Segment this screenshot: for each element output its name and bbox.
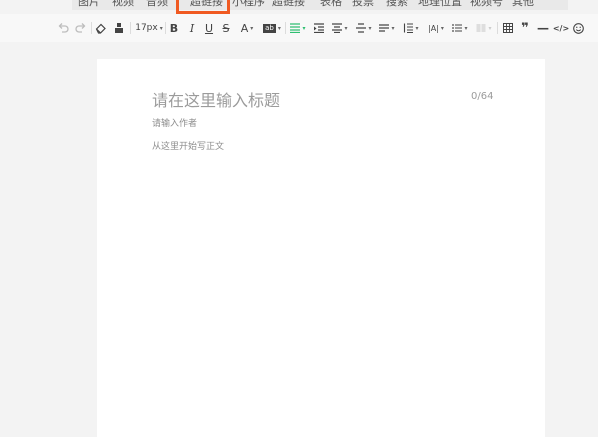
menu-item-search[interactable]: 搜索 — [386, 0, 408, 9]
underline-button[interactable]: U — [203, 14, 215, 42]
title-character-counter: 0/64 — [471, 91, 494, 102]
author-input[interactable]: 请输入作者 — [152, 116, 197, 129]
menu-item-table[interactable]: 表格 — [320, 0, 342, 9]
font-color-label: A — [240, 21, 249, 35]
strikethrough-button[interactable]: S — [220, 14, 232, 42]
paragraph-spacing-button[interactable]: ▾ — [378, 14, 396, 42]
chevron-down-icon: ▾ — [464, 24, 468, 32]
toolbar-divider — [91, 22, 92, 34]
eraser-icon[interactable] — [94, 14, 108, 42]
menu-item-video[interactable]: 视频 — [112, 0, 134, 9]
list-button[interactable]: ▾ — [451, 14, 469, 42]
menu-item-channels[interactable]: 视频号 — [470, 0, 503, 9]
insert-menu-bar: 图片 视频 音频 超链接 小程序 超链接 表格 投票 搜索 地理位置 视频号 其… — [72, 0, 568, 10]
letter-spacing-label: |A| — [428, 23, 439, 33]
horizontal-rule-icon[interactable]: — — [536, 14, 550, 42]
align-justify-button[interactable]: ▾ — [331, 14, 349, 42]
font-color-button[interactable]: A ▾ — [238, 14, 256, 42]
menu-item-vote[interactable]: 投票 — [352, 0, 374, 9]
code-icon[interactable]: </> — [553, 14, 569, 42]
column-layout-icon[interactable]: ▾ — [475, 14, 493, 42]
chevron-down-icon: ▾ — [277, 24, 281, 32]
menu-item-location[interactable]: 地理位置 — [418, 0, 462, 9]
italic-button[interactable]: I — [186, 14, 198, 42]
chevron-down-icon: ▾ — [488, 24, 492, 32]
undo-icon[interactable] — [56, 14, 70, 42]
formatting-toolbar: 17px ▾ B I U S A ▾ ab ▾ ▾ ▾ ▾ ▾ ▾ |A| ▾ ▾ ▾ … — [0, 14, 598, 42]
chevron-down-icon: ▾ — [415, 24, 419, 32]
align-left-button[interactable]: ▾ — [289, 14, 307, 42]
toolbar-divider — [497, 22, 498, 34]
highlight-annotation-box — [176, 0, 230, 14]
body-editor[interactable]: 从这里开始写正文 — [152, 139, 224, 152]
menu-item-audio[interactable]: 音频 — [146, 0, 168, 9]
indent-icon[interactable] — [313, 14, 325, 42]
toolbar-divider — [285, 22, 286, 34]
chevron-down-icon: ▾ — [440, 24, 444, 32]
bold-button[interactable]: B — [168, 14, 180, 42]
font-size-select[interactable]: 17px ▾ — [134, 14, 164, 42]
font-size-value: 17px — [135, 23, 158, 33]
table-icon[interactable] — [501, 14, 515, 42]
format-painter-icon[interactable] — [112, 14, 126, 42]
editor-page: 请在这里输入标题 0/64 请输入作者 从这里开始写正文 — [97, 59, 545, 437]
chevron-down-icon: ▾ — [344, 24, 348, 32]
vertical-align-button[interactable]: ▾ — [355, 14, 373, 42]
toolbar-divider — [130, 22, 131, 34]
menu-item-miniprogram[interactable]: 小程序 — [232, 0, 265, 9]
chevron-down-icon: ▾ — [368, 24, 372, 32]
emoji-icon[interactable] — [571, 14, 585, 42]
chevron-down-icon: ▾ — [159, 24, 163, 32]
menu-item-image[interactable]: 图片 — [78, 0, 100, 9]
bg-color-button[interactable]: ab ▾ — [261, 14, 283, 42]
menu-item-link[interactable]: 超链接 — [272, 0, 305, 9]
chevron-down-icon: ▾ — [302, 24, 306, 32]
redo-icon[interactable] — [74, 14, 88, 42]
title-input[interactable]: 请在这里输入标题 — [152, 87, 280, 111]
letter-spacing-button[interactable]: |A| ▾ — [426, 14, 446, 42]
line-height-button[interactable]: ▾ — [402, 14, 420, 42]
quote-icon[interactable]: ❞ — [518, 14, 532, 42]
chevron-down-icon: ▾ — [391, 24, 395, 32]
chevron-down-icon: ▾ — [250, 24, 254, 32]
menu-item-more[interactable]: 其他 — [512, 0, 534, 9]
toolbar-divider — [165, 22, 166, 34]
bg-color-label: ab — [263, 23, 276, 33]
